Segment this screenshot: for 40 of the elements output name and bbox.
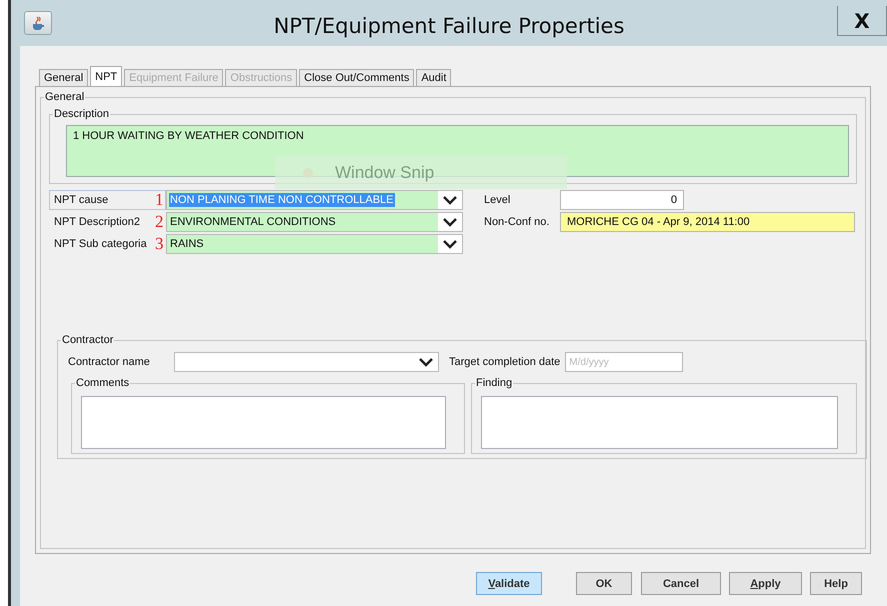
combo-value: RAINS — [169, 237, 205, 251]
tab[interactable]: Audit — [416, 69, 452, 86]
field-label: Non-Conf no. — [483, 215, 550, 230]
dialog-button[interactable]: OK — [576, 572, 632, 595]
field-label: Level — [483, 193, 512, 208]
field-label: NPT cause — [54, 194, 108, 206]
chevron-icon — [443, 196, 457, 204]
group-title: Finding — [475, 376, 514, 390]
text-field[interactable]: MORICHE CG 04 - Apr 9, 2014 11:00 — [560, 212, 855, 232]
tab[interactable]: General — [39, 69, 88, 86]
dropdown-field[interactable]: RAINS — [166, 234, 463, 254]
chevron-icon — [443, 218, 457, 226]
window-title: NPT/Equipment Failure Properties — [272, 14, 626, 38]
field-label: NPT Sub categoria — [54, 238, 147, 250]
chevron-icon — [443, 240, 457, 248]
dropdown-button[interactable] — [438, 213, 462, 231]
dialog-button[interactable]: Help — [810, 572, 862, 595]
chevron-icon — [419, 358, 433, 366]
app-icon — [24, 11, 52, 35]
tab[interactable]: Close Out/Comments — [299, 69, 414, 86]
dialog-button[interactable]: Apply — [729, 572, 802, 595]
combo-value: ENVIRONMENTAL CONDITIONS — [169, 215, 337, 229]
field-label: NPT Description2 — [54, 216, 140, 228]
group-title: Description — [53, 107, 110, 121]
combo-value: NON PLANING TIME NON CONTROLLABLE — [169, 193, 395, 207]
text-field[interactable]: 0 — [560, 190, 684, 210]
dropdown-button[interactable] — [438, 191, 462, 209]
tab[interactable]: NPT — [90, 66, 122, 86]
date-field[interactable]: M/d/yyyy — [565, 352, 684, 372]
field-label: Contractor name — [68, 356, 151, 368]
annotation-number: 1 — [155, 190, 164, 210]
dialog-button[interactable]: Validate — [476, 572, 542, 595]
dropdown-button[interactable] — [438, 235, 462, 253]
annotation-number: 2 — [155, 212, 164, 232]
dropdown-field[interactable]: ENVIRONMENTAL CONDITIONS — [166, 212, 463, 232]
field-label: Target completion date — [449, 356, 560, 368]
annotation-number: 3 — [155, 234, 164, 254]
dropdown-field[interactable] — [174, 352, 439, 372]
dialog-button[interactable]: Cancel — [641, 572, 721, 595]
close-button[interactable]: X — [837, 6, 887, 36]
